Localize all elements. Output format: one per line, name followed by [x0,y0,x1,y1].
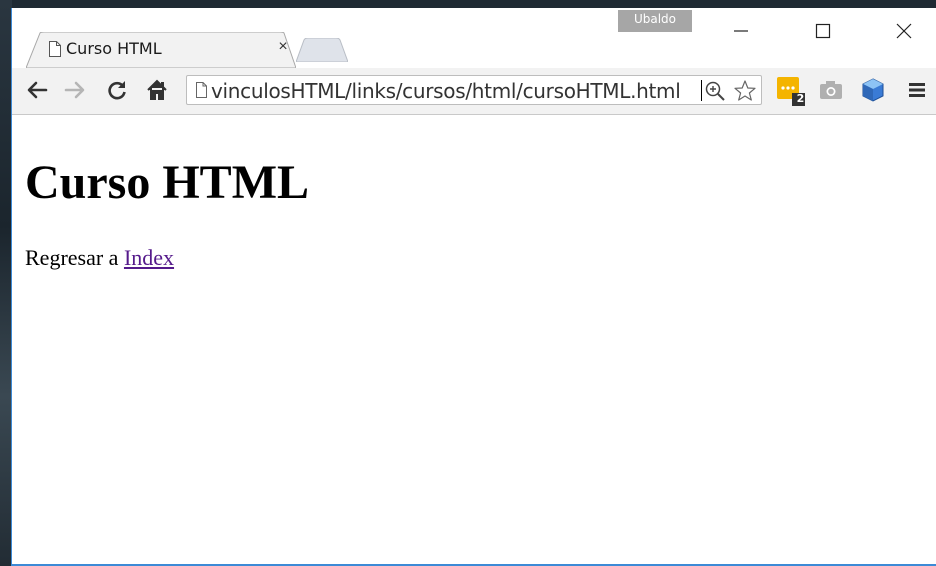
back-button[interactable] [24,77,50,103]
menu-button[interactable] [904,77,930,103]
extension-badge: 2 [796,92,805,105]
new-tab-button[interactable] [295,37,349,67]
profile-badge[interactable]: Ubaldo [618,10,692,32]
page-icon [195,82,208,103]
home-icon [147,79,167,100]
browser-toolbar: vinculosHTML/links/cursos/html/cursoHTML… [12,68,936,115]
camera-icon [820,81,842,99]
forward-button[interactable] [62,77,88,103]
page-content: Curso HTML Regresar a Index [12,115,936,564]
minimize-icon [734,30,748,32]
home-button[interactable] [144,77,170,103]
cube-icon [862,78,884,102]
tab-curso-html[interactable]: Curso HTML × [26,32,296,68]
zoom-icon[interactable] [704,80,726,104]
camera-extension-button[interactable] [818,77,844,103]
reload-icon [108,81,126,100]
extension-button[interactable]: 2 [776,76,806,106]
tab-close-button[interactable]: × [274,38,292,56]
maximize-icon [815,23,831,39]
cube-extension-button[interactable] [860,77,886,103]
back-paragraph: Regresar a Index [25,245,174,271]
title-bar[interactable]: Ubaldo Curso HTML × [12,8,936,68]
maximize-button[interactable] [800,16,846,46]
url-text[interactable]: vinculosHTML/links/cursos/html/cursoHTML… [211,79,681,103]
minimize-button[interactable] [718,16,764,46]
bookmark-star-icon[interactable] [733,79,757,104]
tab-title: Curso HTML [66,39,162,58]
browser-window: Ubaldo Curso HTML × vinculosHTML/links/c… [11,8,936,566]
reload-button[interactable] [104,77,130,103]
menu-icon [909,83,925,97]
index-link[interactable]: Index [124,245,174,270]
back-text: Regresar a [25,245,124,270]
close-icon [896,23,912,39]
page-title: Curso HTML [25,156,310,209]
forward-arrow-icon [64,81,85,99]
back-arrow-icon [27,81,48,99]
page-favicon-icon [48,41,62,57]
close-window-button[interactable] [881,16,927,46]
address-bar[interactable]: vinculosHTML/links/cursos/html/cursoHTML… [186,75,762,105]
new-tab-icon [295,37,349,63]
text-cursor [701,80,702,101]
